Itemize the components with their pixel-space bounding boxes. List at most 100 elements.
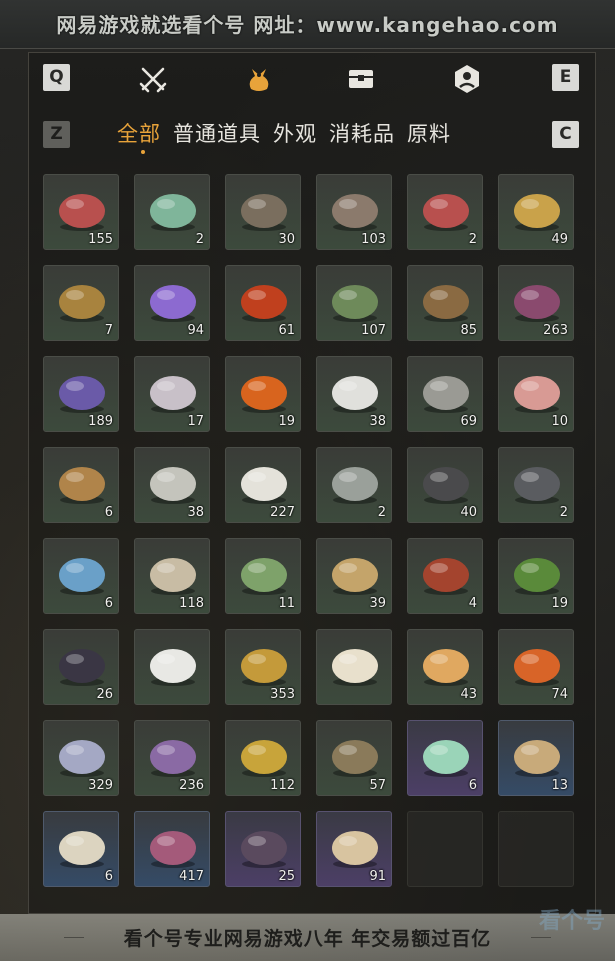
item-slot[interactable]: 38 — [134, 447, 210, 523]
empty-slot[interactable] — [407, 811, 483, 887]
item-slot[interactable]: 263 — [498, 265, 574, 341]
swords-icon[interactable] — [136, 62, 170, 96]
item-slot[interactable]: 2 — [498, 447, 574, 523]
item-slot[interactable]: 17 — [134, 356, 210, 432]
item-slot[interactable]: 7 — [43, 265, 119, 341]
item-quantity: 236 — [179, 778, 204, 793]
item-quantity: 39 — [369, 596, 386, 611]
item-slot[interactable] — [134, 629, 210, 705]
item-slot[interactable]: 38 — [316, 356, 392, 432]
item-slot[interactable]: 19 — [225, 356, 301, 432]
badge-icon[interactable] — [450, 62, 484, 96]
item-slot[interactable]: 49 — [498, 174, 574, 250]
item-quantity: 85 — [460, 323, 477, 338]
item-quantity: 189 — [88, 414, 113, 429]
item-quantity: 2 — [377, 505, 386, 520]
item-quantity: 11 — [278, 596, 295, 611]
item-quantity: 2 — [195, 232, 204, 247]
item-slot[interactable]: 6 — [407, 720, 483, 796]
tab-common-items[interactable]: 普通道具 — [173, 118, 261, 148]
item-slot[interactable]: 61 — [225, 265, 301, 341]
item-quantity: 329 — [88, 778, 113, 793]
item-quantity: 112 — [270, 778, 295, 793]
item-slot[interactable]: 103 — [316, 174, 392, 250]
item-slot[interactable]: 329 — [43, 720, 119, 796]
item-quantity: 49 — [551, 232, 568, 247]
item-slot[interactable]: 13 — [498, 720, 574, 796]
item-quantity: 4 — [468, 596, 477, 611]
item-quantity: 107 — [361, 323, 386, 338]
item-slot[interactable]: 6 — [43, 811, 119, 887]
item-slot[interactable]: 19 — [498, 538, 574, 614]
item-quantity: 19 — [551, 596, 568, 611]
item-slot[interactable]: 91 — [316, 811, 392, 887]
item-slot[interactable]: 227 — [225, 447, 301, 523]
item-quantity: 417 — [179, 869, 204, 884]
item-quantity: 38 — [369, 414, 386, 429]
item-slot[interactable]: 11 — [225, 538, 301, 614]
item-slot[interactable]: 69 — [407, 356, 483, 432]
item-quantity: 43 — [460, 687, 477, 702]
footer-banner: 看个号专业网易游戏八年 年交易额过百亿 — [0, 914, 615, 961]
item-slot[interactable]: 25 — [225, 811, 301, 887]
key-z-prev-tab[interactable]: Z — [43, 121, 70, 148]
pouch-icon[interactable] — [242, 62, 276, 96]
item-quantity: 7 — [104, 323, 113, 338]
item-quantity: 91 — [369, 869, 386, 884]
item-quantity: 19 — [278, 414, 295, 429]
milk-bowl-icon — [332, 649, 378, 686]
item-slot[interactable]: 94 — [134, 265, 210, 341]
item-quantity: 2 — [559, 505, 568, 520]
item-tabs: 全部 普通道具 外观 消耗品 原料 — [117, 118, 451, 154]
item-slot[interactable]: 112 — [225, 720, 301, 796]
item-quantity: 26 — [96, 687, 113, 702]
item-slot[interactable]: 6 — [43, 447, 119, 523]
item-slot[interactable]: 74 — [498, 629, 574, 705]
empty-slot[interactable] — [498, 811, 574, 887]
item-slot[interactable] — [316, 629, 392, 705]
key-c-next-tab[interactable]: C — [552, 121, 579, 148]
watermark-logo: 看个号 — [538, 909, 605, 934]
item-slot[interactable]: 118 — [134, 538, 210, 614]
key-e-next-category[interactable]: E — [552, 64, 579, 91]
chest-icon[interactable] — [344, 62, 378, 96]
item-quantity: 61 — [278, 323, 295, 338]
tab-all[interactable]: 全部 — [117, 118, 161, 154]
item-quantity: 69 — [460, 414, 477, 429]
item-quantity: 353 — [270, 687, 295, 702]
item-quantity: 6 — [104, 596, 113, 611]
item-slot[interactable]: 236 — [134, 720, 210, 796]
item-slot[interactable]: 353 — [225, 629, 301, 705]
item-slot[interactable]: 39 — [316, 538, 392, 614]
item-slot[interactable]: 155 — [43, 174, 119, 250]
item-slot[interactable]: 6 — [43, 538, 119, 614]
item-slot[interactable]: 26 — [43, 629, 119, 705]
item-slot[interactable]: 2 — [407, 174, 483, 250]
item-slot[interactable]: 417 — [134, 811, 210, 887]
item-quantity: 94 — [187, 323, 204, 338]
item-quantity: 6 — [468, 778, 477, 793]
item-slot[interactable]: 85 — [407, 265, 483, 341]
item-quantity: 103 — [361, 232, 386, 247]
key-q-prev-category[interactable]: Q — [43, 64, 70, 91]
item-slot[interactable]: 40 — [407, 447, 483, 523]
item-slot[interactable]: 30 — [225, 174, 301, 250]
item-slot[interactable]: 189 — [43, 356, 119, 432]
item-quantity: 263 — [543, 323, 568, 338]
item-quantity: 57 — [369, 778, 386, 793]
item-slot[interactable]: 2 — [134, 174, 210, 250]
item-slot[interactable]: 10 — [498, 356, 574, 432]
item-slot[interactable]: 43 — [407, 629, 483, 705]
item-slot[interactable]: 4 — [407, 538, 483, 614]
item-slot[interactable]: 107 — [316, 265, 392, 341]
item-quantity: 25 — [278, 869, 295, 884]
tab-materials[interactable]: 原料 — [407, 118, 451, 148]
item-quantity: 40 — [460, 505, 477, 520]
tab-appearance[interactable]: 外观 — [273, 118, 317, 148]
item-quantity: 30 — [278, 232, 295, 247]
item-slot[interactable]: 57 — [316, 720, 392, 796]
tab-consumables[interactable]: 消耗品 — [329, 118, 395, 148]
item-quantity: 2 — [468, 232, 477, 247]
item-quantity: 118 — [179, 596, 204, 611]
item-slot[interactable]: 2 — [316, 447, 392, 523]
